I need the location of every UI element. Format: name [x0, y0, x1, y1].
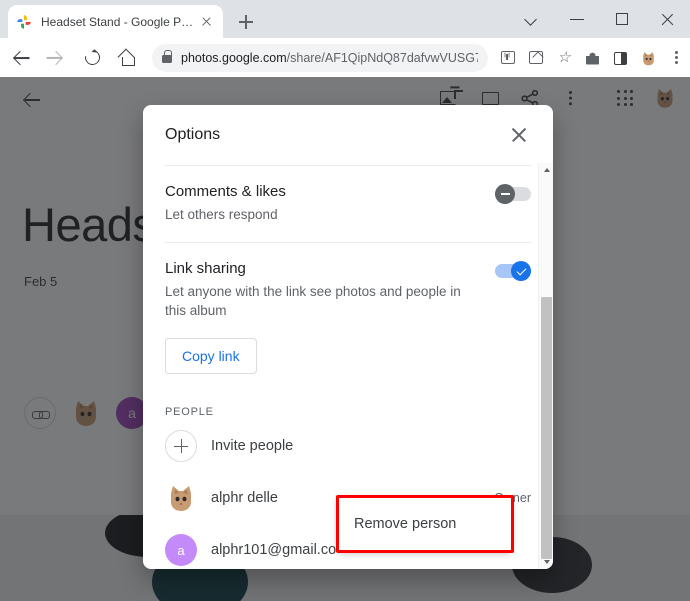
window-controls: [510, 0, 690, 38]
new-tab-button[interactable]: [233, 9, 259, 35]
link-sharing-text: Link sharing Let anyone with the link se…: [165, 259, 495, 320]
install-app-button[interactable]: [494, 44, 522, 72]
tab-title: Headset Stand - Google Photos: [41, 14, 198, 29]
invite-people-row[interactable]: Invite people: [165, 420, 531, 472]
url-text: photos.google.com/share/AF1QipNdQ87dafvw…: [181, 51, 478, 65]
install-app-icon: [501, 50, 515, 64]
address-bar[interactable]: photos.google.com/share/AF1QipNdQ87dafvw…: [152, 43, 488, 72]
browser-toolbar: photos.google.com/share/AF1QipNdQ87dafvw…: [0, 38, 690, 77]
tab-close-icon[interactable]: [198, 13, 215, 30]
reload-icon: [82, 46, 103, 68]
remove-person-menu-item[interactable]: Remove person: [354, 516, 456, 532]
browser-tab[interactable]: Headset Stand - Google Photos: [8, 5, 223, 38]
share-page-icon: [529, 50, 543, 64]
lock-icon: [162, 49, 172, 63]
avatar-letter-a: a: [165, 534, 197, 566]
bookmark-star-icon: ☆: [557, 48, 571, 66]
scroll-down-arrow-icon[interactable]: [539, 555, 553, 569]
extensions-button[interactable]: [578, 44, 606, 72]
maximize-icon: [616, 13, 628, 25]
forward-arrow-icon: [48, 50, 64, 65]
minimize-button[interactable]: [555, 0, 600, 38]
avatar-cat-icon: [165, 482, 197, 514]
comments-title: Comments & likes: [165, 183, 286, 200]
comments-subtitle: Let others respond: [165, 207, 278, 222]
minimize-icon: [570, 19, 584, 21]
home-icon: [122, 56, 135, 66]
people-section-label: PEOPLE: [165, 406, 214, 418]
close-window-button[interactable]: [645, 0, 690, 38]
comments-toggle[interactable]: [495, 184, 531, 204]
profile-button[interactable]: [634, 44, 662, 72]
plus-icon: [165, 430, 197, 462]
copy-link-button[interactable]: Copy link: [165, 338, 257, 374]
google-photos-favicon-icon: [16, 14, 32, 30]
profile-avatar-cat-icon: [640, 49, 657, 67]
url-path: /share/AF1QipNdQ87dafvwVUSG72…: [286, 50, 478, 65]
dialog-header: Options: [143, 105, 553, 165]
back-button[interactable]: [6, 43, 36, 73]
side-panel-button[interactable]: [606, 44, 634, 72]
maximize-button[interactable]: [600, 0, 645, 38]
chevron-down-icon: [524, 13, 537, 26]
chrome-menu-button[interactable]: [662, 44, 690, 72]
url-host: photos.google.com: [181, 50, 287, 65]
bookmark-button[interactable]: ☆: [550, 44, 578, 72]
invite-people-label: Invite people: [211, 438, 294, 454]
chrome-menu-kebab-icon: [675, 50, 678, 54]
dialog-close-icon[interactable]: [507, 123, 531, 147]
browser-window: Headset Stand - Google Photos photos.goo…: [0, 0, 690, 601]
tab-search-button[interactable]: [510, 0, 555, 38]
link-sharing-title: Link sharing: [165, 260, 246, 277]
context-menu: Remove person: [338, 497, 511, 551]
tab-strip: Headset Stand - Google Photos: [0, 0, 690, 38]
back-arrow-icon: [12, 50, 28, 65]
toggle-knob: [511, 261, 531, 281]
dialog-scrollbar[interactable]: [538, 163, 553, 569]
comments-text: Comments & likes Let others respond: [165, 182, 495, 224]
dialog-title: Options: [165, 126, 221, 143]
side-panel-icon: [614, 51, 627, 65]
home-button[interactable]: [114, 43, 144, 73]
reload-button[interactable]: [78, 43, 108, 73]
forward-button[interactable]: [42, 43, 72, 73]
comments-and-likes-row[interactable]: Comments & likes Let others respond: [165, 166, 531, 242]
link-sharing-row[interactable]: Link sharing Let anyone with the link se…: [165, 243, 531, 338]
link-sharing-toggle[interactable]: [495, 261, 531, 281]
scroll-up-arrow-icon[interactable]: [539, 163, 553, 177]
share-page-button[interactable]: [522, 44, 550, 72]
extensions-puzzle-icon: [586, 52, 599, 65]
toggle-knob: [495, 184, 515, 204]
link-sharing-subtitle: Let anyone with the link see photos and …: [165, 284, 461, 318]
scrollbar-thumb[interactable]: [541, 297, 552, 559]
